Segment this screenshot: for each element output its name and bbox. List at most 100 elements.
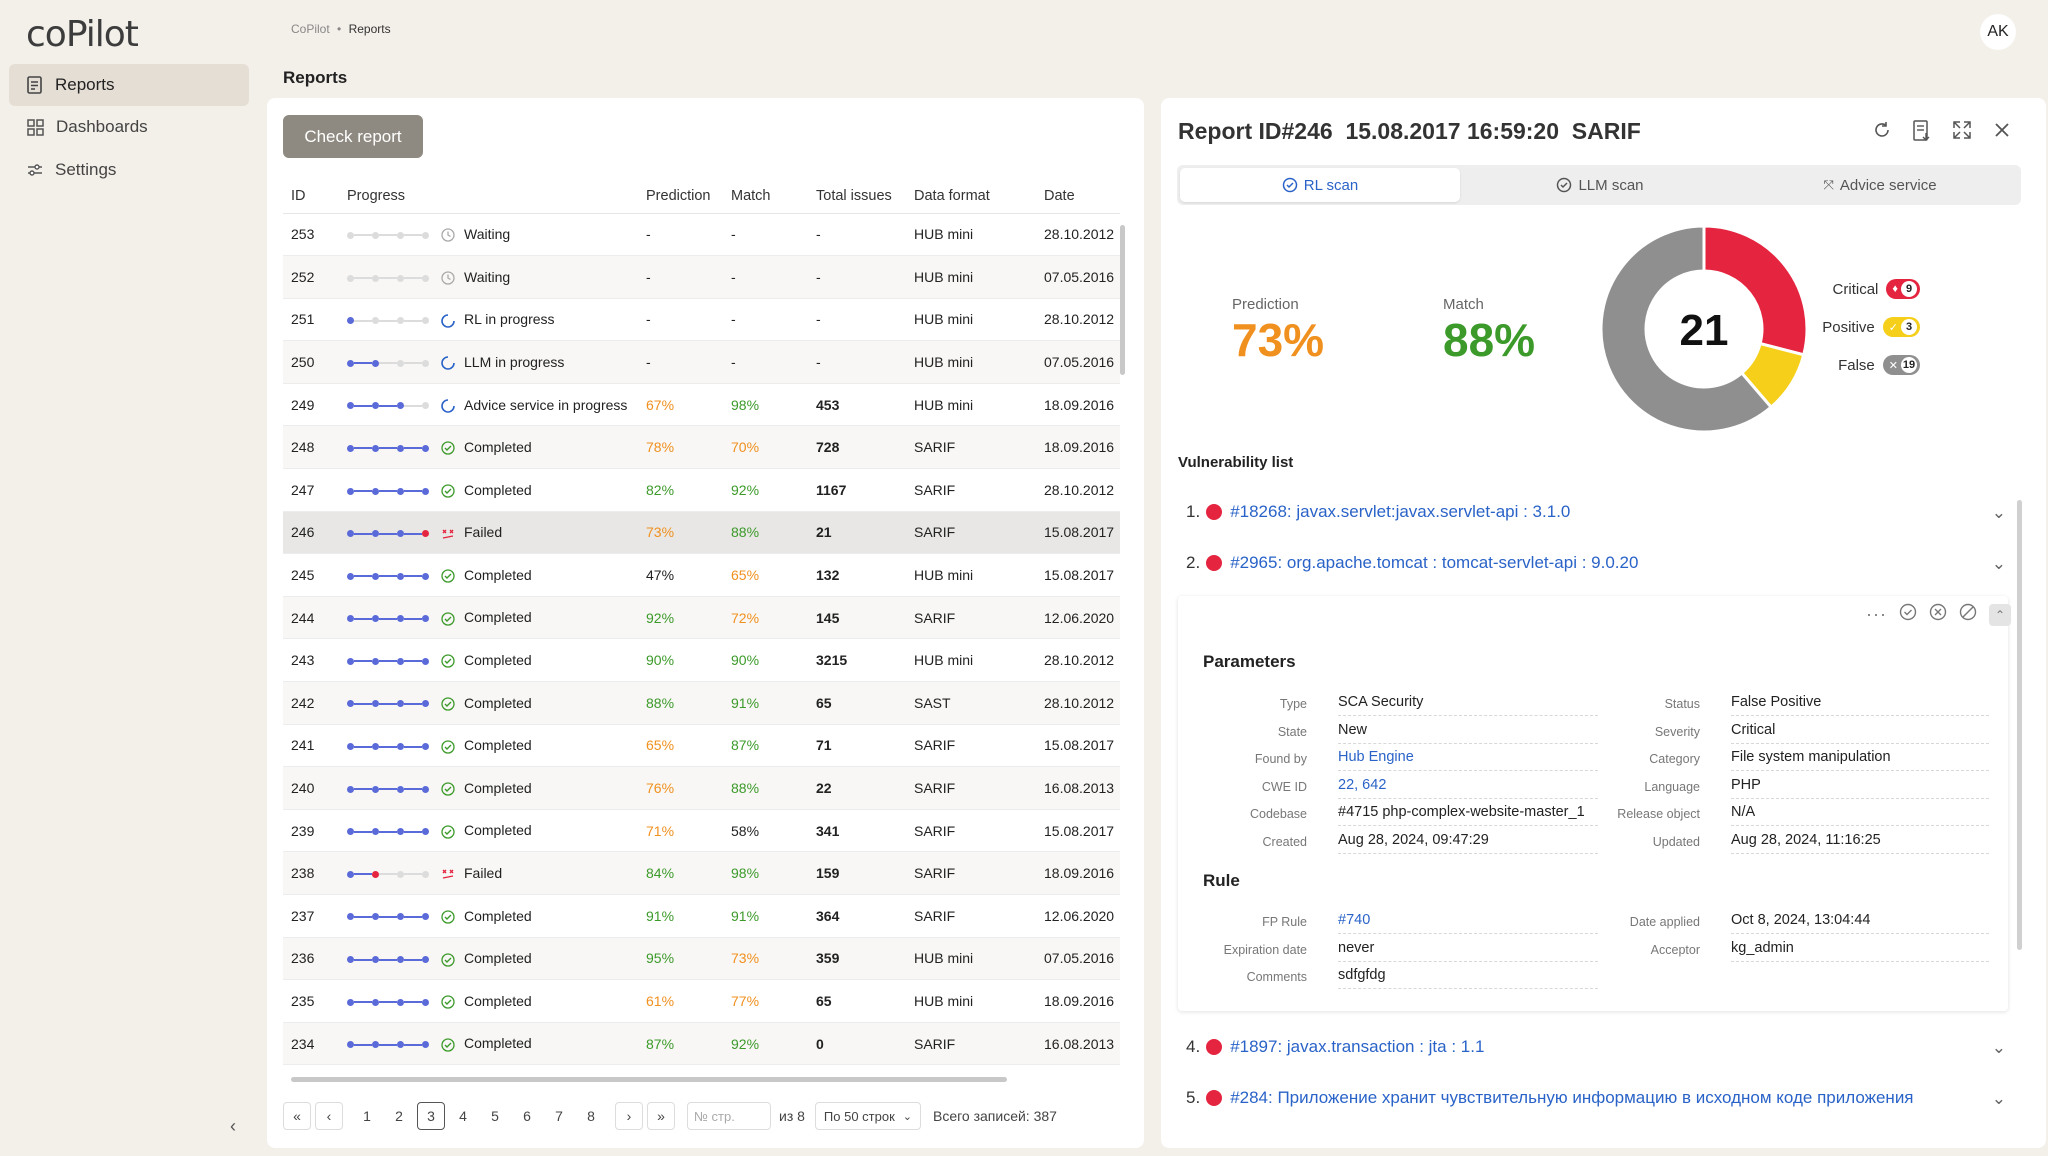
vulnerability-item[interactable]: 1. #18268: javax.servlet:javax.servlet-ap… [1186,497,2006,527]
page-number-input[interactable]: № стр. [687,1102,771,1130]
table-row[interactable]: 237 Completed 91% 91% 364 SARIF 12.06.2020 [283,894,1120,938]
check-report-button[interactable]: Check report [283,115,423,158]
chevron-down-icon[interactable]: ⌄ [1992,1038,2006,1058]
vuln-link[interactable]: #284: Приложение хранит чувствительную и… [1230,1088,1913,1108]
vuln-link[interactable]: #2965: org.apache.tomcat : tomcat-servle… [1230,553,1638,573]
progress-step-dot [372,1041,379,1049]
row-prediction: 61% [646,979,731,1023]
ignore-icon[interactable] [1959,603,1977,626]
page-button[interactable]: 8 [577,1102,605,1130]
page-button[interactable]: 4 [449,1102,477,1130]
last-page-button[interactable]: » [647,1102,675,1130]
column-header-total-issues[interactable]: Total issues [816,180,914,214]
table-row[interactable]: 242 Completed 88% 91% 65 SAST 28.10.2012 [283,681,1120,725]
field-value[interactable]: Hub Engine [1338,749,1598,772]
vuln-link[interactable]: #1897: javax.transaction : jta : 1.1 [1230,1037,1484,1057]
field-label: Comments [1246,970,1307,985]
tab-rl-scan[interactable]: RL scan [1180,168,1460,202]
first-page-button[interactable]: « [283,1102,311,1130]
column-header-match[interactable]: Match [731,180,816,214]
prev-page-button[interactable]: ‹ [315,1102,343,1130]
check-circle-icon [441,952,455,967]
field-label: Type [1279,697,1307,711]
column-header-id[interactable]: ID [283,180,347,214]
horizontal-scrollbar[interactable] [291,1077,1007,1082]
row-id: 246 [283,511,347,555]
vertical-scrollbar[interactable] [1120,225,1125,375]
sidebar-item-settings[interactable]: Settings [9,149,249,191]
field-value[interactable]: #740 [1338,912,1598,934]
breadcrumb-current: Reports [348,22,391,36]
page-button[interactable]: 3 [417,1102,445,1130]
progress-step-dot [372,359,379,367]
export-report-icon[interactable] [1912,120,1932,142]
legend-item[interactable]: False ✕ 19 [1780,355,1920,375]
table-row[interactable]: 234 Completed 87% 92% 0 SARIF 16.08.2013 [283,1022,1120,1066]
chevron-down-icon[interactable]: ⌄ [1992,503,2006,523]
refresh-icon[interactable] [1872,120,1892,142]
check-circle-icon [441,654,455,669]
table-row[interactable]: 245 Completed 47% 65% 132 HUB mini 15.08.2017 [283,553,1120,597]
next-page-button[interactable]: › [615,1102,643,1130]
detail-scrollbar[interactable] [2017,500,2022,950]
collapse-vuln-icon[interactable]: ⌃ [1988,603,2011,626]
column-header-data-format[interactable]: Data format [914,180,1044,214]
column-header-prediction[interactable]: Prediction [646,180,731,214]
table-row[interactable]: 252 Waiting - - - HUB mini 07.05.2016 [283,255,1120,299]
row-prediction: 91% [646,894,731,938]
breadcrumb-root[interactable]: CoPilot [291,22,330,36]
avatar[interactable]: AK [1980,14,2016,50]
page-button[interactable]: 2 [385,1102,413,1130]
column-header-date[interactable]: Date [1044,180,1120,214]
row-total-issues: 65 [816,979,914,1023]
row-id: 236 [283,937,347,981]
vuln-link[interactable]: #18268: javax.servlet:javax.servlet-api … [1230,502,1570,522]
sidebar-item-dashboards[interactable]: Dashboards [9,106,249,148]
sidebar-item-reports[interactable]: Reports [9,64,249,106]
tab-advice-service[interactable]: ⤧ Advice service [1740,168,2020,202]
chevron-down-icon[interactable]: ⌄ [1992,554,2006,574]
table-row[interactable]: 249 Advice service in progress 67% 98% 453 HU… [283,383,1120,427]
table-row[interactable]: 238 Failed 84% 98% 159 SARIF 18.09.2016 [283,851,1120,895]
close-icon[interactable] [1992,120,2012,142]
page-button[interactable]: 5 [481,1102,509,1130]
table-row[interactable]: 253 Waiting - - - HUB mini 28.10.2012 [283,213,1120,257]
expand-icon[interactable] [1952,120,1972,142]
reject-icon[interactable] [1929,603,1947,626]
vulnerability-item[interactable]: 4. #1897: javax.transaction : jta : 1.1 ⌄ [1186,1032,2006,1062]
table-row[interactable]: 239 Completed 71% 58% 341 SARIF 15.08.2017 [283,809,1120,853]
column-header-progress[interactable]: Progress [347,180,646,214]
page-button[interactable]: 1 [353,1102,381,1130]
table-row[interactable]: 240 Completed 76% 88% 22 SARIF 16.08.2013 [283,766,1120,810]
vulnerability-item[interactable]: 5. #284: Приложение хранит чувствительную… [1186,1083,2006,1113]
table-row[interactable]: 236 Completed 95% 73% 359 HUB mini 07.05.2016 [283,937,1120,981]
progress-step-dot [397,444,404,452]
table-row[interactable]: 241 Completed 65% 87% 71 SARIF 15.08.2017 [283,724,1120,768]
rows-per-page-select[interactable]: По 50 строк ⌄ [814,1102,921,1130]
more-icon[interactable]: ··· [1866,604,1887,625]
legend-count-pill: ✕ 19 [1882,355,1920,375]
table-row[interactable]: 247 Completed 82% 92% 1167 SARIF 28.10.2012 [283,468,1120,512]
confirm-icon[interactable] [1899,603,1917,626]
field-value[interactable]: 22, 642 [1338,777,1598,799]
table-row[interactable]: 251 RL in progress - - - HUB mini 28.10.2012 [283,298,1120,342]
table-row[interactable]: 244 Completed 92% 72% 145 SARIF 12.06.2020 [283,596,1120,640]
match-value: 88% [1443,314,1536,366]
tab-llm-scan[interactable]: LLM scan [1460,168,1740,202]
prediction-value: 73% [1232,314,1325,366]
legend-item[interactable]: Critical ♦ 9 [1780,279,1920,299]
legend-item[interactable]: Positive ✓ 3 [1780,317,1920,337]
table-row[interactable]: 243 Completed 90% 90% 3215 HUB mini 28.10.2012 [283,638,1120,683]
total-records: Всего записей: 387 [933,1108,1057,1124]
page-button[interactable]: 7 [545,1102,573,1130]
collapse-sidebar-icon[interactable]: ‹ [230,1116,236,1137]
chevron-down-icon[interactable]: ⌄ [1992,1089,2006,1109]
table-row[interactable]: 248 Completed 78% 70% 728 SARIF 18.09.2016 [283,425,1120,470]
row-total-issues: 364 [816,894,914,938]
table-row[interactable]: 250 LLM in progress - - - HUB mini 07.05.2016 [283,340,1120,384]
check-circle-icon [441,612,455,626]
page-button[interactable]: 6 [513,1102,541,1130]
table-row[interactable]: 235 Completed 61% 77% 65 HUB mini 18.09.2016 [283,979,1120,1023]
table-row[interactable]: 246 Failed 73% 88% 21 SARIF 15.08.2017 [283,511,1120,555]
vulnerability-item[interactable]: 2. #2965: org.apache.tomcat : tomcat-serv… [1186,548,2006,578]
